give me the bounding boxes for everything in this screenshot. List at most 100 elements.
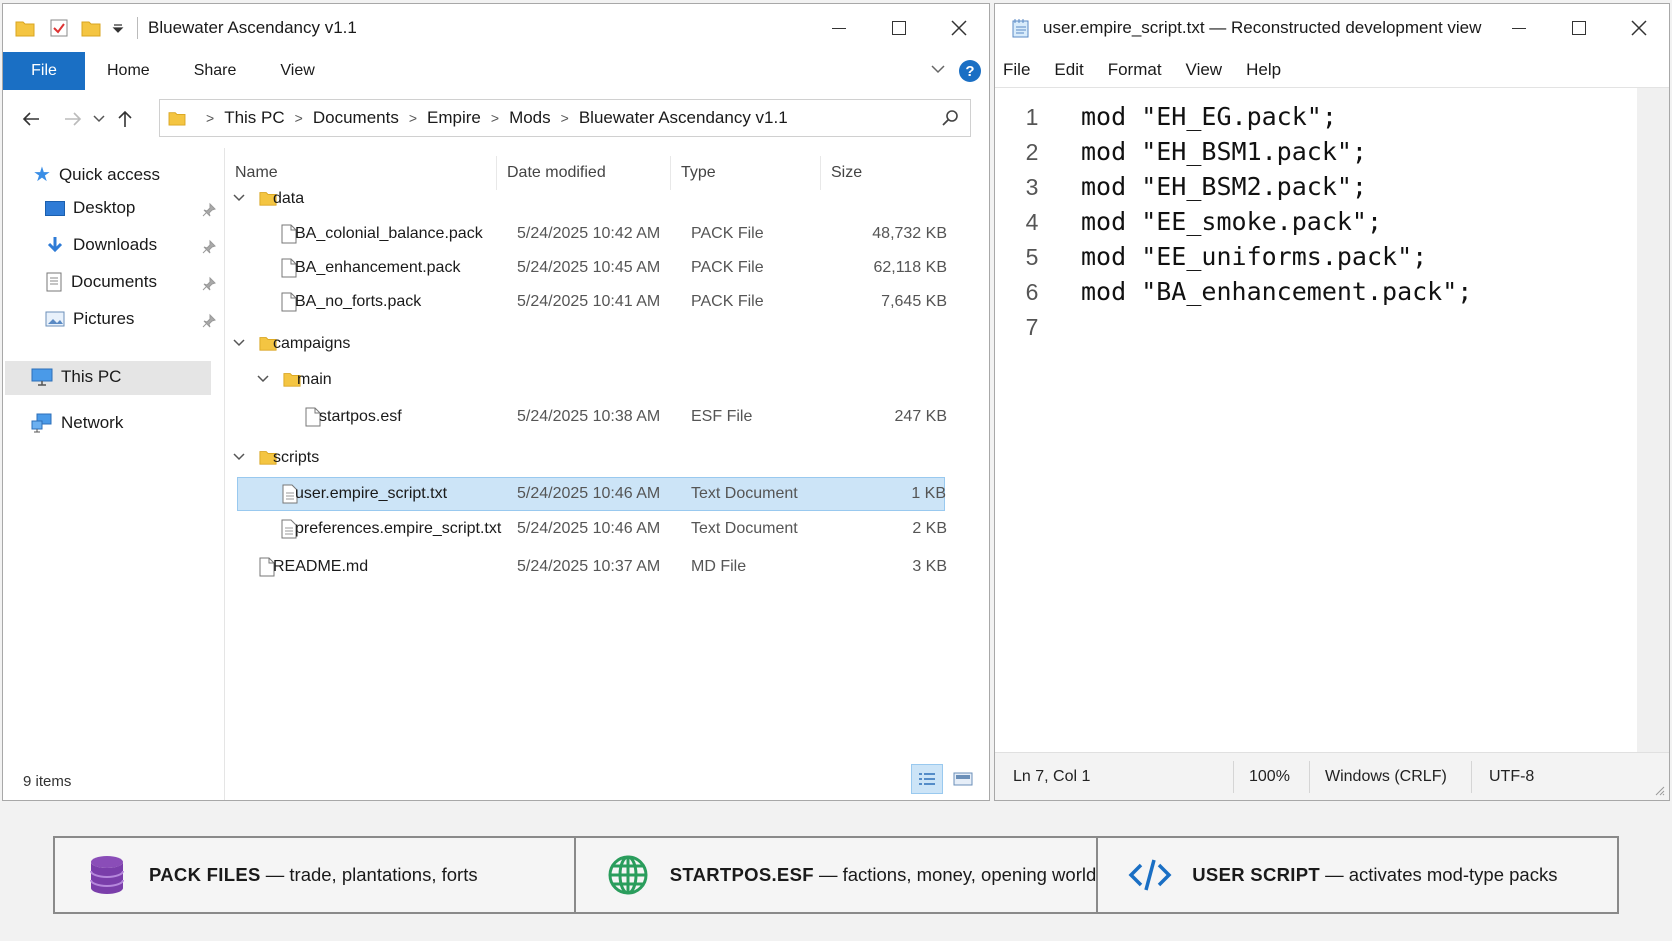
notepad-window: user.empire_script.txt — Reconstructed d… [994, 3, 1670, 801]
text-editor[interactable]: 1 mod "EH_EG.pack"; 2 mod "EH_BSM1.pack"… [995, 88, 1637, 752]
file-name: preferences.empire_script.txt [295, 520, 502, 537]
nav-network[interactable]: Network [31, 413, 123, 433]
nav-quick-access-label: Quick access [58, 164, 161, 184]
file-date: 5/24/2025 10:46 AM [517, 485, 661, 502]
star-icon: ★ [33, 164, 51, 186]
chevron-down-icon[interactable] [257, 375, 269, 383]
details-view-button[interactable] [911, 764, 943, 794]
file-size: 48,732 KB [872, 225, 947, 242]
help-icon[interactable]: ? [959, 60, 981, 82]
nav-this-pc[interactable]: This PC [31, 367, 121, 387]
menu-view[interactable]: View [1174, 60, 1235, 80]
folder-row-campaigns[interactable]: campaigns [233, 327, 957, 361]
file-name: main [297, 371, 332, 388]
notepad-menubar: File Edit Format View Help [995, 52, 1669, 88]
zoom-level: 100% [1249, 768, 1290, 785]
file-name: BA_enhancement.pack [295, 259, 461, 276]
back-arrow-icon [22, 112, 39, 126]
ribbon-tab-home[interactable]: Home [85, 52, 172, 90]
breadcrumb-documents[interactable]: Documents [313, 108, 399, 128]
file-type: PACK File [691, 293, 764, 310]
close-icon [951, 20, 967, 36]
resize-grip-icon[interactable] [1653, 784, 1665, 796]
expand-ribbon-icon[interactable] [931, 64, 945, 74]
folder-row-main[interactable]: main [237, 363, 957, 397]
file-row[interactable]: BA_enhancement.pack 5/24/2025 10:45 AM P… [237, 251, 957, 285]
address-bar[interactable]: > This PC > Documents > Empire > Mods > … [159, 99, 971, 137]
line-number: 1 [1025, 104, 1039, 130]
network-icon [31, 413, 53, 433]
navigation-pane: ★ Quick access Desktop Downloads Documen… [3, 148, 225, 800]
file-row-selected[interactable]: user.empire_script.txt 5/24/2025 10:46 A… [237, 477, 946, 511]
file-row[interactable]: README.md 5/24/2025 10:37 AM MD File 3 K… [237, 550, 957, 584]
pictures-icon [45, 311, 65, 327]
address-row: > This PC > Documents > Empire > Mods > … [3, 90, 989, 148]
search-icon[interactable] [942, 109, 960, 127]
chevron-down-icon[interactable] [233, 339, 245, 347]
nav-documents-label: Documents [71, 272, 157, 291]
vertical-scrollbar[interactable] [1637, 88, 1669, 752]
nav-quick-access[interactable]: ★ Quick access [33, 162, 160, 187]
file-row[interactable]: preferences.empire_script.txt 5/24/2025 … [237, 512, 957, 546]
chevron-down-icon [93, 115, 105, 123]
line-number: 5 [1025, 244, 1039, 270]
large-icons-view-button[interactable] [947, 764, 979, 794]
file-row[interactable]: startpos.esf 5/24/2025 10:38 AM ESF File… [237, 400, 957, 434]
maximize-button[interactable] [1549, 4, 1609, 52]
nav-downloads[interactable]: Downloads [45, 235, 157, 255]
ribbon-tab-file[interactable]: File [3, 52, 85, 90]
back-button[interactable] [15, 101, 47, 137]
folder-row-data[interactable]: data [233, 182, 957, 216]
menu-file[interactable]: File [995, 60, 1042, 80]
chevron-down-icon[interactable] [233, 453, 245, 461]
download-arrow-icon [45, 235, 65, 255]
globe-icon [606, 853, 650, 897]
computer-icon [31, 368, 53, 386]
breadcrumb-separator-icon: > [294, 110, 303, 126]
legend-label: USER SCRIPT — activates mod-type packs [1192, 864, 1558, 885]
recent-locations-button[interactable] [89, 101, 109, 137]
desktop-icon [45, 200, 65, 216]
file-row[interactable]: BA_colonial_balance.pack 5/24/2025 10:42… [237, 217, 957, 251]
close-button[interactable] [929, 4, 989, 52]
folder-icon [168, 110, 186, 126]
folder-row-scripts[interactable]: scripts [233, 441, 957, 475]
document-icon [45, 272, 63, 292]
menu-edit[interactable]: Edit [1042, 60, 1095, 80]
close-icon [1631, 20, 1647, 36]
new-folder-icon[interactable] [81, 19, 101, 37]
minimize-button[interactable] [1489, 4, 1549, 52]
file-type: Text Document [691, 485, 798, 502]
file-name: user.empire_script.txt [295, 485, 448, 502]
ribbon-tab-share[interactable]: Share [172, 52, 259, 90]
file-explorer-window: Bluewater Ascendancy v1.1 File Home Shar… [2, 3, 990, 801]
quick-access-dropdown-icon[interactable] [111, 21, 125, 35]
breadcrumb-separator-icon: > [206, 110, 215, 126]
minimize-button[interactable] [809, 4, 869, 52]
nav-desktop[interactable]: Desktop [45, 198, 135, 218]
menu-format[interactable]: Format [1096, 60, 1174, 80]
breadcrumb-this-pc[interactable]: This PC [224, 108, 284, 128]
minimize-icon [1512, 27, 1526, 29]
database-icon [85, 853, 129, 897]
breadcrumb-bluewater[interactable]: Bluewater Ascendancy v1.1 [579, 108, 788, 128]
breadcrumb-mods[interactable]: Mods [509, 108, 551, 128]
file-row[interactable]: BA_no_forts.pack 5/24/2025 10:41 AM PACK… [237, 285, 957, 319]
maximize-button[interactable] [869, 4, 929, 52]
menu-help[interactable]: Help [1234, 60, 1293, 80]
file-name: scripts [273, 449, 320, 466]
properties-check-icon[interactable] [49, 18, 69, 38]
file-date: 5/24/2025 10:42 AM [517, 225, 661, 242]
up-button[interactable] [109, 101, 141, 137]
nav-pictures[interactable]: Pictures [45, 309, 134, 329]
ribbon-tab-view[interactable]: View [258, 52, 336, 90]
pin-icon [202, 313, 216, 328]
breadcrumb-empire[interactable]: Empire [427, 108, 481, 128]
close-button[interactable] [1609, 4, 1669, 52]
nav-documents[interactable]: Documents [45, 272, 157, 292]
large-icons-view-icon [953, 772, 973, 786]
legend-startpos: STARTPOS.ESF — factions, money, opening … [576, 838, 1099, 912]
line-number: 3 [1025, 174, 1039, 200]
chevron-down-icon[interactable] [233, 194, 245, 202]
forward-button[interactable] [57, 101, 89, 137]
